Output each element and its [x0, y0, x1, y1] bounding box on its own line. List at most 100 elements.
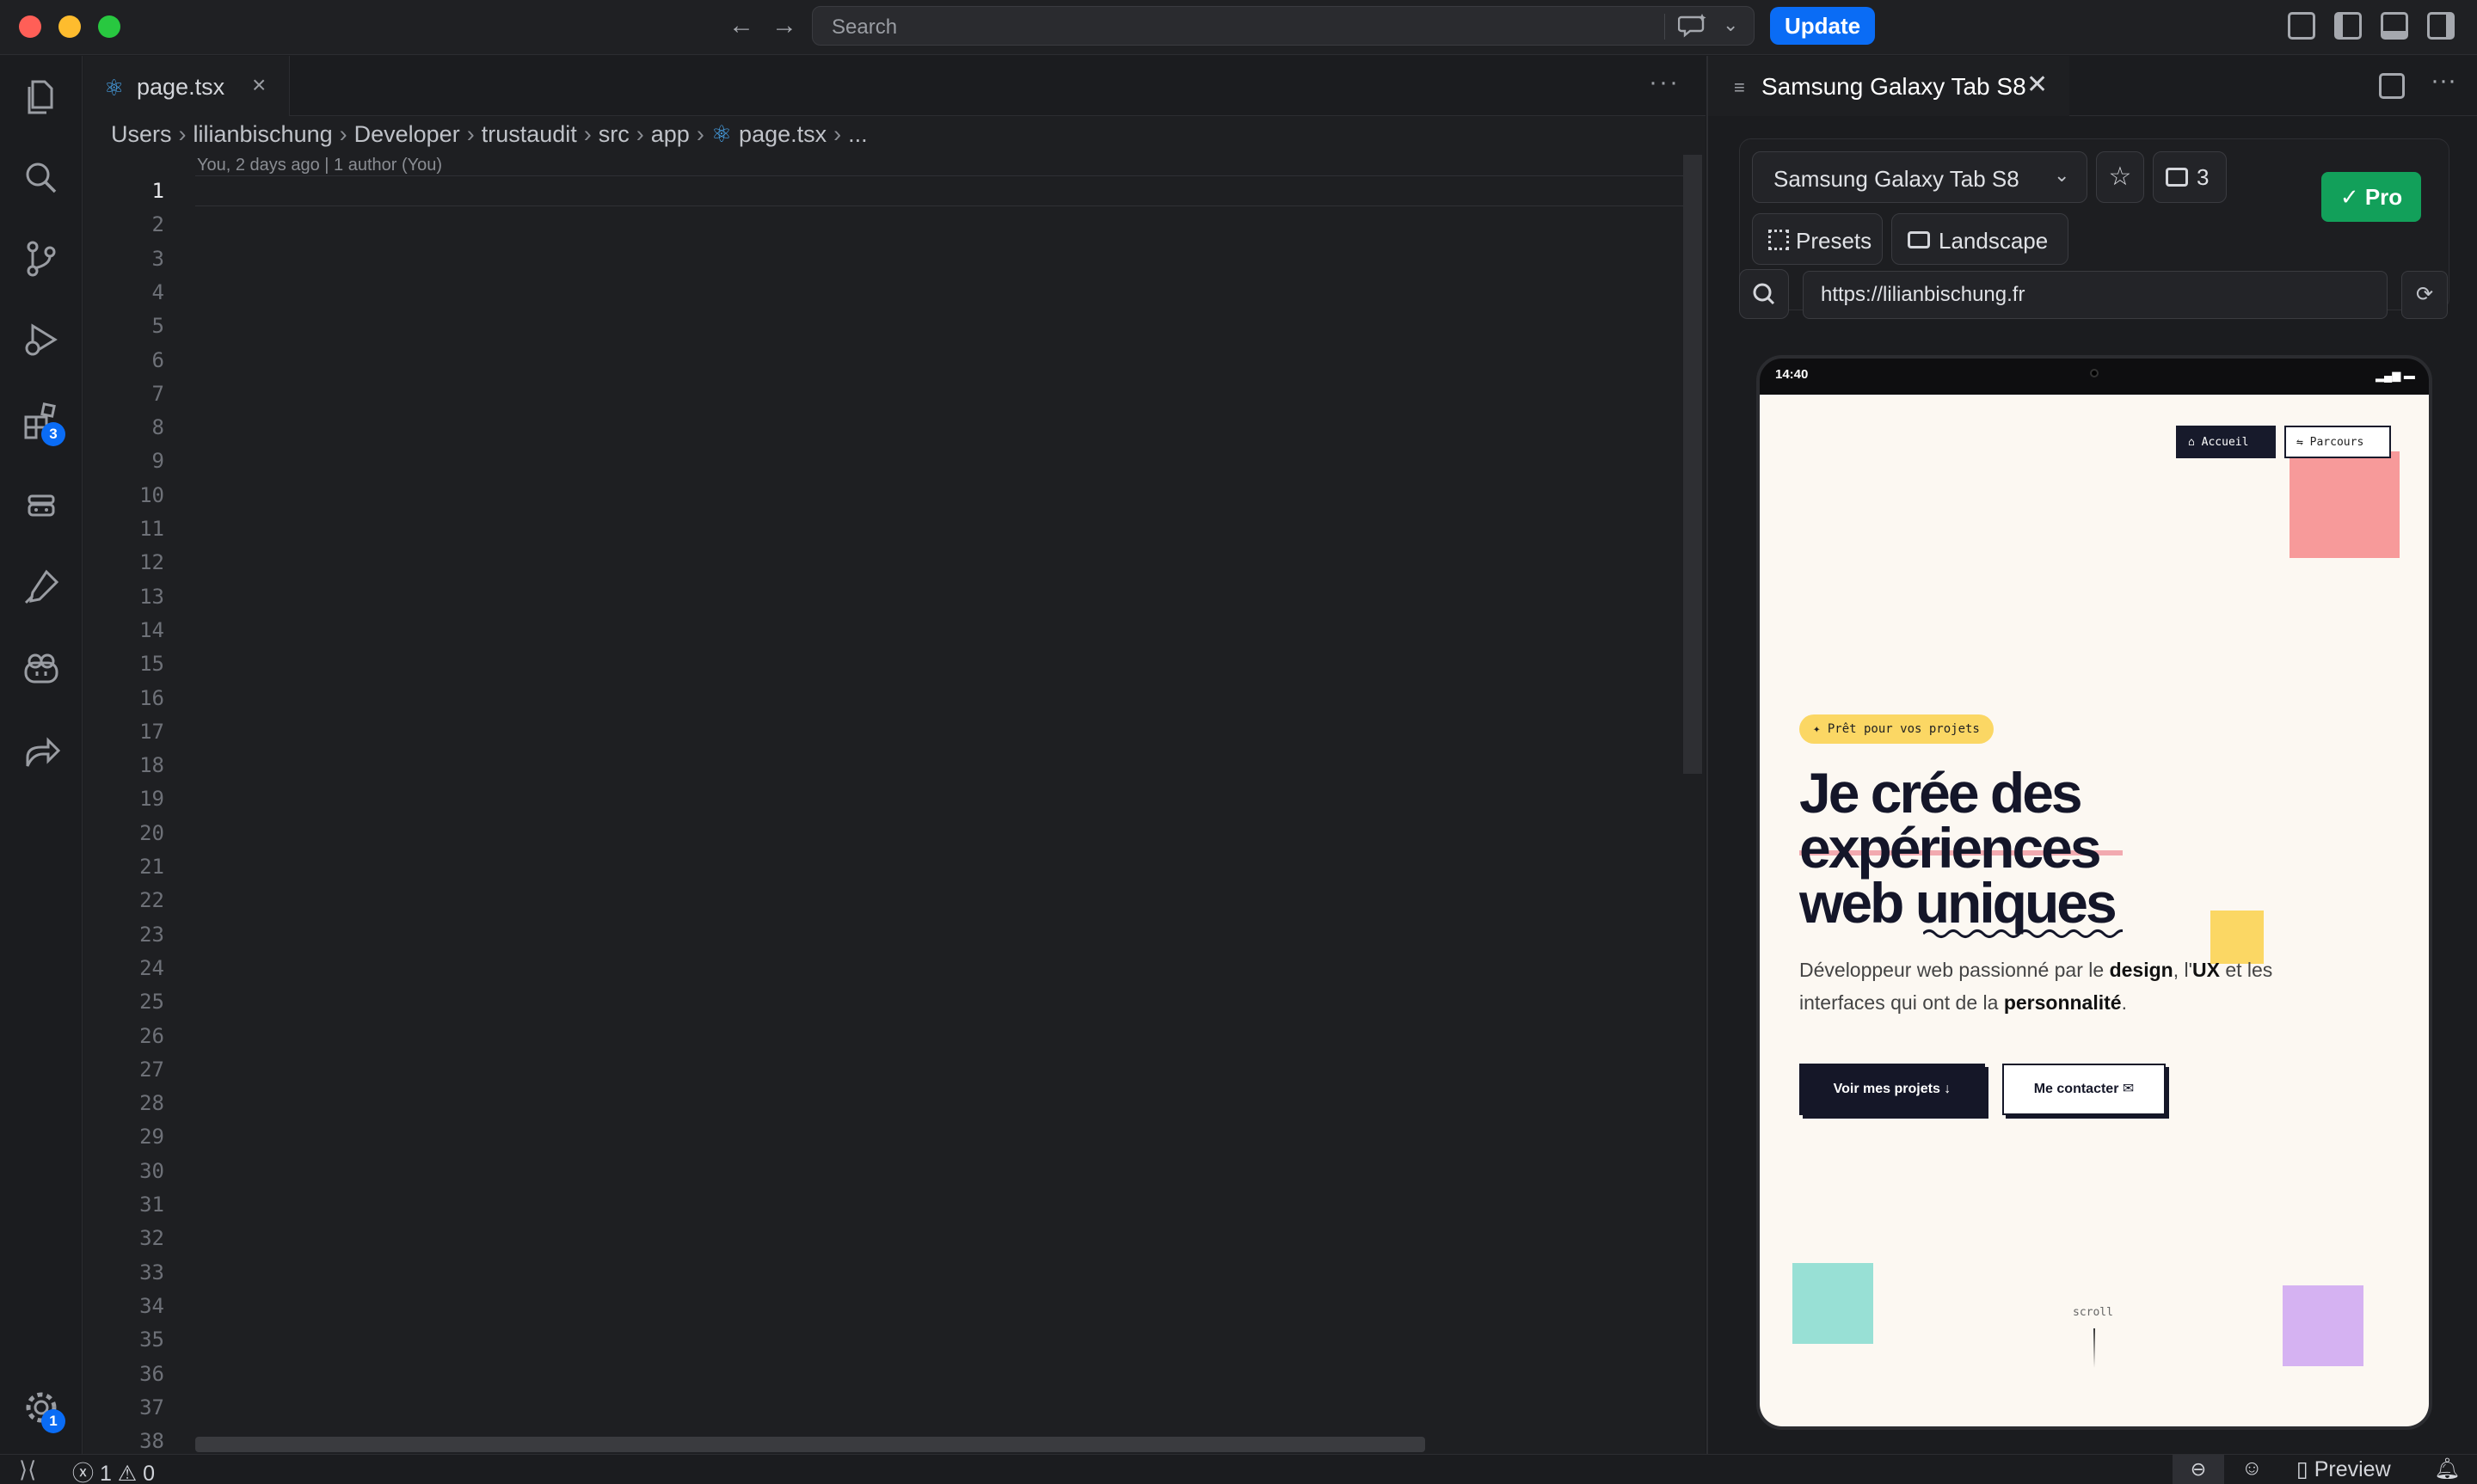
- close-icon[interactable]: ×: [252, 71, 266, 99]
- subtitle-strong: design: [2109, 959, 2173, 981]
- hero-title-line: Je crée des: [1799, 761, 2083, 825]
- chevron-right-icon: ›: [466, 121, 475, 147]
- mail-icon: ✉: [2118, 1082, 2135, 1096]
- close-icon[interactable]: ✕: [2026, 70, 2048, 100]
- menu-lines-icon: ≡: [1734, 77, 1745, 98]
- window-close-button[interactable]: [19, 15, 41, 38]
- chat-sparkle-icon[interactable]: [1678, 12, 1709, 40]
- line-number: 5: [151, 314, 164, 339]
- line-number: 24: [139, 955, 164, 980]
- source-control-icon[interactable]: [21, 238, 62, 279]
- landscape-button[interactable]: Landscape: [1891, 213, 2068, 265]
- subtitle-strong: UX: [2191, 959, 2220, 981]
- update-button[interactable]: Update: [1770, 7, 1875, 45]
- line-number: 20: [139, 820, 164, 845]
- line-number: 6: [151, 347, 164, 372]
- copilot-icon[interactable]: [21, 649, 62, 690]
- settings-badge: 1: [41, 1409, 65, 1433]
- remote-share-icon[interactable]: [21, 732, 62, 773]
- chevron-right-icon: ›: [833, 121, 842, 147]
- breadcrumb-item[interactable]: Users: [111, 121, 172, 147]
- line-number: 1: [151, 179, 164, 203]
- layout-grid-icon[interactable]: [2288, 12, 2315, 40]
- command-search-bar[interactable]: Search ⌄: [812, 6, 1755, 46]
- device-count: 3: [2197, 164, 2210, 190]
- breadcrumb-item[interactable]: app: [651, 121, 690, 147]
- chevron-right-icon: ›: [696, 121, 704, 147]
- device-screen[interactable]: ⌂ Accueil ⇋ Parcours ✦ Prêt pour vos pro…: [1760, 395, 2429, 1426]
- check-icon: ✓: [2339, 184, 2365, 210]
- run-debug-icon[interactable]: [21, 319, 62, 360]
- vertical-scrollbar[interactable]: [1683, 155, 1702, 774]
- more-actions-icon[interactable]: ···: [1649, 68, 1680, 97]
- favorite-star-button[interactable]: ☆: [2096, 151, 2144, 203]
- device-stack-icon: [2166, 168, 2188, 187]
- tab-device-preview[interactable]: ≡ Samsung Galaxy Tab S8 ✕: [1708, 56, 2069, 116]
- nav-label: Parcours: [2309, 436, 2364, 449]
- line-number: 21: [139, 855, 164, 879]
- line-number: 31: [139, 1193, 164, 1217]
- more-actions-icon[interactable]: ···: [2431, 66, 2456, 95]
- divider: [1664, 14, 1665, 40]
- line-number: 7: [151, 381, 164, 406]
- subtitle-text: , l': [2173, 959, 2192, 981]
- toggle-panel-icon[interactable]: [2381, 12, 2408, 40]
- subtitle-text: Développeur web passionné par le: [1799, 959, 2110, 981]
- window-minimize-button[interactable]: [58, 15, 81, 38]
- line-number: 19: [139, 787, 164, 812]
- extensions-badge: 3: [41, 422, 65, 446]
- docker-whale-icon[interactable]: [21, 484, 62, 525]
- breadcrumb-item[interactable]: page.tsx: [739, 121, 827, 147]
- copilot-icon[interactable]: ☺: [2241, 1456, 2263, 1481]
- code-editor: ⚛ page.tsx × ··· Users › lilianbischung › De…: [83, 56, 1706, 1484]
- device-select[interactable]: Samsung Galaxy Tab S8 ⌄: [1752, 151, 2087, 203]
- testing-beaker-icon[interactable]: [21, 567, 62, 608]
- hero-subtitle: Développeur web passionné par le design,…: [1799, 954, 2298, 1019]
- line-number: 27: [139, 1057, 164, 1082]
- explorer-files-icon[interactable]: [21, 77, 62, 118]
- tab-label: page.tsx: [137, 74, 225, 100]
- preview-status-item[interactable]: ▯ Preview: [2296, 1456, 2391, 1482]
- split-editor-icon[interactable]: [2379, 73, 2405, 99]
- chevron-down-icon[interactable]: ⌄: [1723, 14, 1738, 36]
- breadcrumb-item[interactable]: lilianbischung: [194, 121, 333, 147]
- tab-label: Samsung Galaxy Tab S8: [1761, 73, 2026, 100]
- url-search-button[interactable]: [1739, 269, 1789, 319]
- line-number: 30: [139, 1158, 164, 1183]
- git-blame-annotation: You, 2 days ago | 1 author (You): [197, 156, 443, 175]
- zoom-out-icon[interactable]: ⊖: [2173, 1455, 2224, 1484]
- forward-arrow-icon[interactable]: →: [767, 9, 802, 43]
- window-maximize-button[interactable]: [98, 15, 120, 38]
- problems-indicator[interactable]: ⓧ 1 ⚠ 0: [72, 1456, 155, 1484]
- breadcrumb-item[interactable]: trustaudit: [482, 121, 577, 147]
- site-nav-parcours[interactable]: ⇋ Parcours: [2284, 426, 2391, 458]
- search-icon: [1753, 283, 1775, 305]
- breadcrumb-item[interactable]: src: [599, 121, 630, 147]
- toggle-secondary-sidebar-icon[interactable]: [2427, 12, 2455, 40]
- presets-button[interactable]: Presets: [1752, 213, 1883, 265]
- extensions-icon[interactable]: 3: [21, 402, 65, 446]
- back-arrow-icon[interactable]: ←: [724, 9, 759, 43]
- breadcrumb-item[interactable]: ...: [848, 121, 868, 147]
- pro-button[interactable]: ✓ Pro: [2321, 172, 2421, 222]
- pro-label: Pro: [2364, 184, 2403, 210]
- hero-squiggle: [1923, 929, 2123, 938]
- breadcrumb-item[interactable]: Developer: [354, 121, 460, 147]
- decor-square-pink: [2290, 451, 2400, 558]
- view-projects-button[interactable]: Voir mes projets ↓: [1799, 1064, 1985, 1115]
- remote-icon[interactable]: ⟩⟨: [19, 1456, 36, 1483]
- contact-button[interactable]: Me contacter ✉: [2002, 1064, 2166, 1115]
- horizontal-scrollbar[interactable]: [195, 1437, 1425, 1452]
- tab-page-tsx[interactable]: ⚛ page.tsx ×: [83, 56, 290, 116]
- refresh-icon[interactable]: ⟳: [2401, 271, 2448, 319]
- device-count-button[interactable]: 3: [2153, 151, 2227, 203]
- status-bar: ⟩⟨ ⓧ 1 ⚠ 0 ⊖ ☺ ▯ Preview 🔔︎: [0, 1454, 2477, 1484]
- settings-gear-icon[interactable]: 1: [21, 1387, 65, 1433]
- toggle-sidebar-icon[interactable]: [2334, 12, 2362, 40]
- url-input[interactable]: [1803, 271, 2388, 319]
- notification-bell-icon[interactable]: 🔔︎: [2434, 1456, 2460, 1481]
- search-icon[interactable]: [21, 157, 62, 199]
- line-number: 8: [151, 415, 164, 440]
- home-icon: ⌂: [2188, 436, 2202, 449]
- site-nav-accueil[interactable]: ⌂ Accueil: [2176, 426, 2276, 458]
